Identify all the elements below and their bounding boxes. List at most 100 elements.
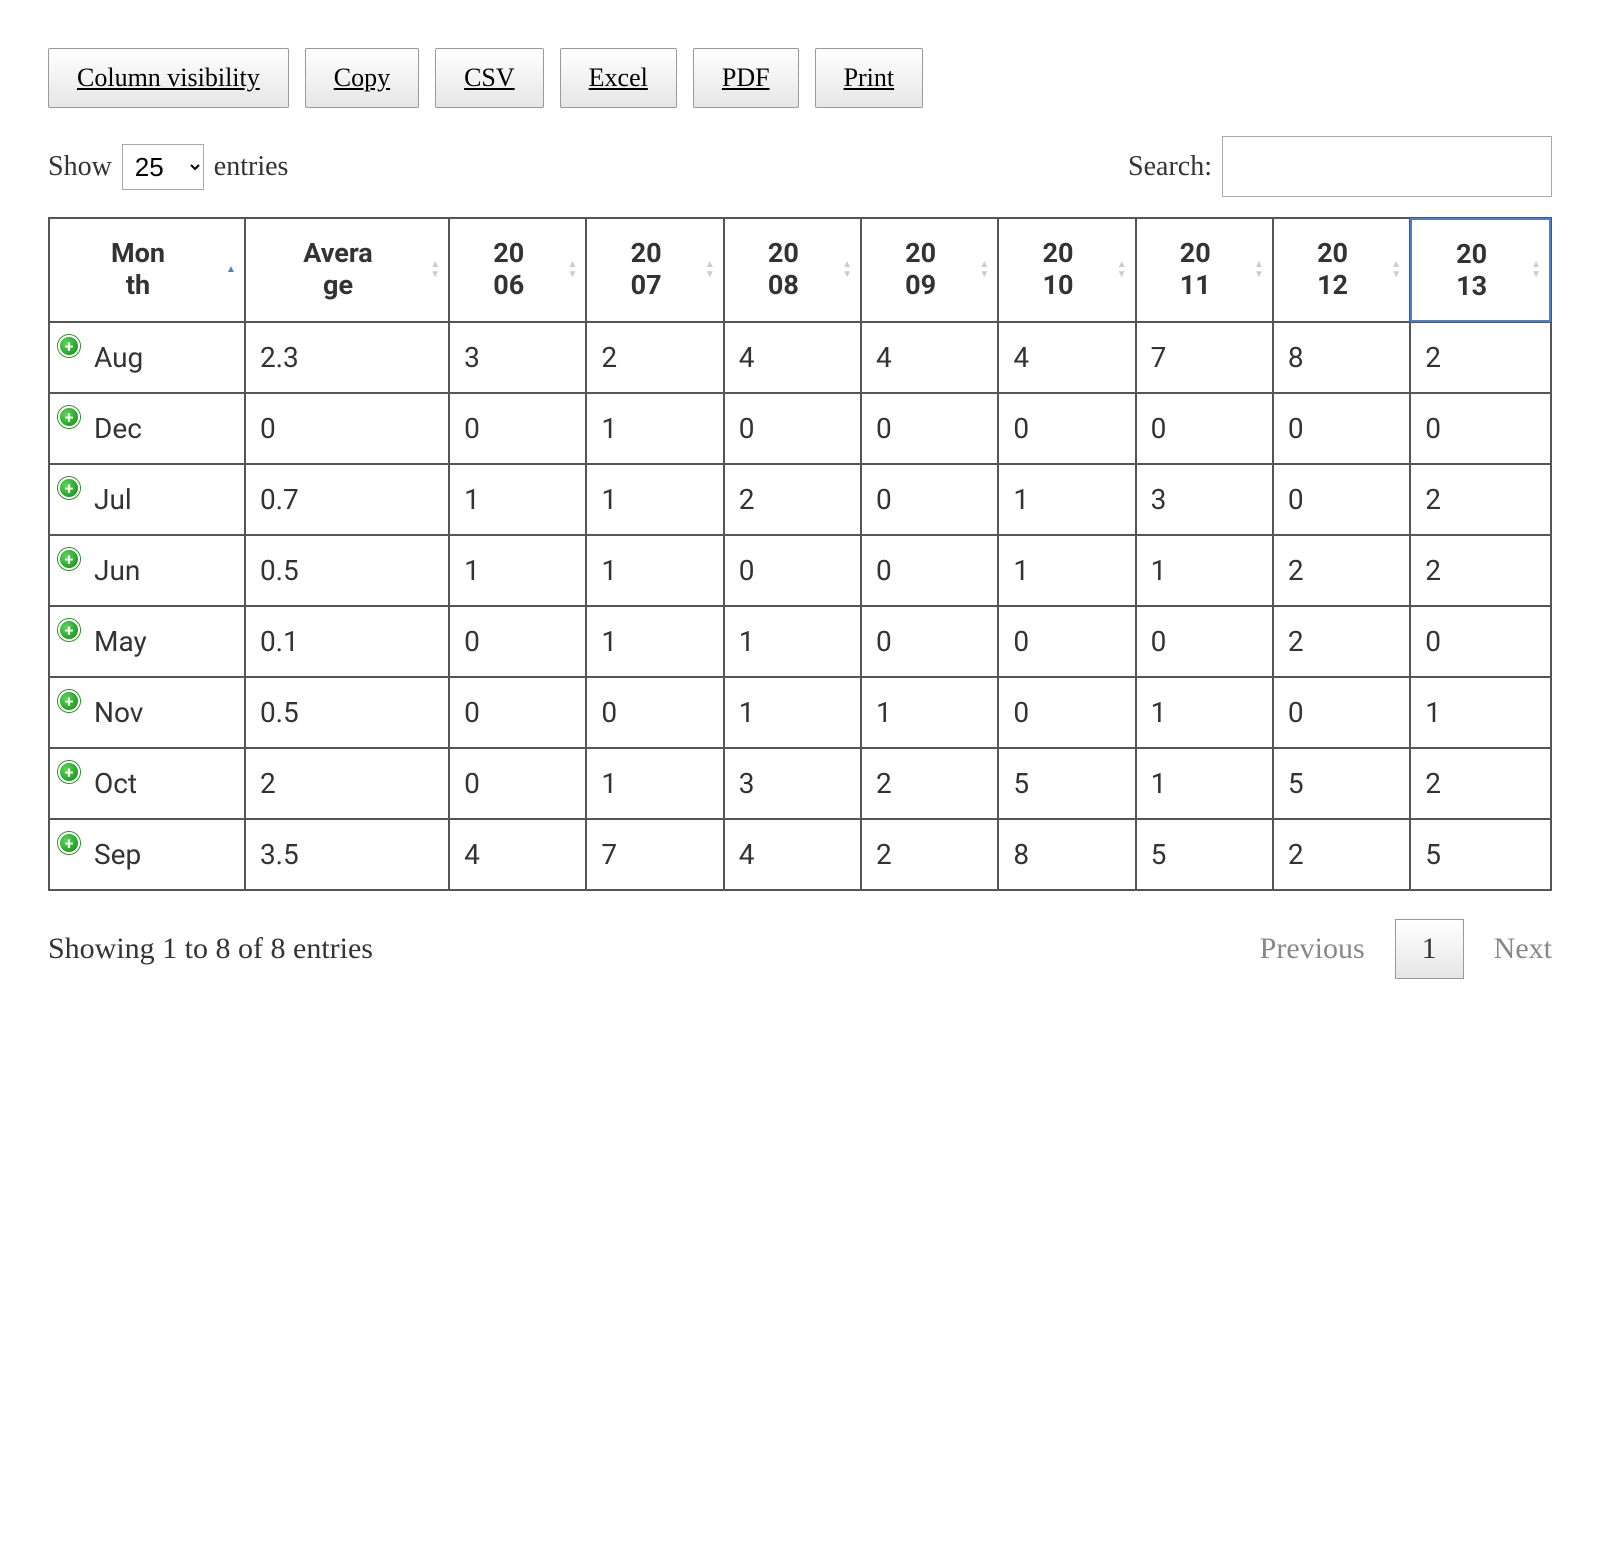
expand-icon[interactable]: + xyxy=(58,335,80,357)
sort-icon: ▲▼ xyxy=(568,261,578,279)
cell-value: 2 xyxy=(1288,554,1304,587)
month-cell: + Jun xyxy=(49,535,245,606)
column-header-2011[interactable]: 20 11 ▲▼ xyxy=(1136,218,1273,322)
data-cell: 0 xyxy=(998,393,1135,464)
data-cell: 5 xyxy=(1410,819,1551,890)
cell-value: 2 xyxy=(1425,767,1441,800)
data-cell: 0 xyxy=(449,677,586,748)
data-cell: 0 xyxy=(998,677,1135,748)
expand-icon[interactable]: + xyxy=(58,477,80,499)
cell-value: 0 xyxy=(1151,625,1167,658)
data-cell: 0 xyxy=(1410,393,1551,464)
cell-value: 2.3 xyxy=(260,341,299,374)
data-cell: 0.1 xyxy=(245,606,449,677)
cell-value: May xyxy=(94,625,147,658)
column-header-label: 20 11 xyxy=(1180,237,1211,301)
data-cell: 2 xyxy=(1410,535,1551,606)
previous-button[interactable]: Previous xyxy=(1260,932,1365,966)
cell-value: Jul xyxy=(94,483,132,516)
table-row: +Dec001000000 xyxy=(49,393,1551,464)
data-cell: 4 xyxy=(998,322,1135,393)
expand-icon[interactable]: + xyxy=(58,761,80,783)
data-cell: 0 xyxy=(1410,606,1551,677)
data-cell: 0 xyxy=(724,535,861,606)
expand-icon[interactable]: + xyxy=(58,406,80,428)
data-cell: 3.5 xyxy=(245,819,449,890)
data-cell: 1 xyxy=(1136,535,1273,606)
expand-icon[interactable]: + xyxy=(58,690,80,712)
cell-value: 8 xyxy=(1288,341,1304,374)
cell-value: 5 xyxy=(1425,838,1441,871)
cell-value: 0 xyxy=(1288,412,1304,445)
data-cell: 7 xyxy=(1136,322,1273,393)
csv-button[interactable]: CSV xyxy=(435,48,544,108)
table-row: +Oct201325152 xyxy=(49,748,1551,819)
search-input[interactable] xyxy=(1222,136,1552,197)
column-header-2009[interactable]: 20 09▲▼ xyxy=(861,218,998,322)
column-header-label: 20 08 xyxy=(768,237,799,301)
data-cell: 0 xyxy=(861,464,998,535)
data-cell: 1 xyxy=(1410,677,1551,748)
table-header-row: Mon th▲▼Avera ge▲▼20 06▲▼20 07▲▼20 08▲▼2… xyxy=(49,218,1551,322)
cell-value: 0 xyxy=(601,696,617,729)
data-cell: 2 xyxy=(1410,322,1551,393)
data-cell: 5 xyxy=(1273,748,1410,819)
cell-value: 0 xyxy=(1425,625,1441,658)
column-header-2012[interactable]: 20 12▲▼ xyxy=(1273,218,1410,322)
page-length-select[interactable]: 102550100 xyxy=(122,144,204,190)
table-row: +Jun0.511001122 xyxy=(49,535,1551,606)
cell-value: Jun xyxy=(94,554,140,587)
cell-value: 0.7 xyxy=(260,483,299,516)
data-cell: 1 xyxy=(998,464,1135,535)
cell-value: 0.5 xyxy=(260,696,299,729)
column-visibility-button[interactable]: Column visibility xyxy=(48,48,289,108)
column-header-2008[interactable]: 20 08▲▼ xyxy=(724,218,861,322)
next-button[interactable]: Next xyxy=(1494,932,1552,966)
data-cell: 0.7 xyxy=(245,464,449,535)
data-cell: 2 xyxy=(861,748,998,819)
table-controls: Show 102550100 entries Search: xyxy=(48,136,1552,197)
data-cell: 2 xyxy=(245,748,449,819)
show-label: Show xyxy=(48,151,112,183)
data-cell: 1 xyxy=(998,535,1135,606)
column-header-label: 20 12 xyxy=(1317,237,1348,301)
cell-value: 0 xyxy=(1288,696,1304,729)
search-label: Search: xyxy=(1128,151,1212,183)
sort-icon: ▲▼ xyxy=(226,266,236,274)
cell-value: 0 xyxy=(739,412,755,445)
expand-icon[interactable]: + xyxy=(58,619,80,641)
column-header-2010[interactable]: 20 10▲▼ xyxy=(998,218,1135,322)
column-header-2013[interactable]: 20 13▲▼ xyxy=(1410,218,1551,322)
column-header-average[interactable]: Avera ge▲▼ xyxy=(245,218,449,322)
sort-icon: ▲▼ xyxy=(1254,261,1264,279)
data-cell: 1 xyxy=(586,393,723,464)
excel-button[interactable]: Excel xyxy=(560,48,677,108)
sort-icon: ▲▼ xyxy=(430,261,440,279)
data-cell: 0 xyxy=(1273,677,1410,748)
expand-icon[interactable]: + xyxy=(58,548,80,570)
cell-value: 0 xyxy=(876,412,892,445)
cell-value: 2 xyxy=(1425,341,1441,374)
cell-value: 5 xyxy=(1013,767,1029,800)
pdf-button[interactable]: PDF xyxy=(693,48,799,108)
data-cell: 1 xyxy=(449,535,586,606)
column-header-month[interactable]: Mon th▲▼ xyxy=(49,218,245,322)
page-number-1[interactable]: 1 xyxy=(1395,919,1464,979)
cell-value: 0 xyxy=(260,412,276,445)
data-cell: 0 xyxy=(245,393,449,464)
cell-value: 1 xyxy=(601,625,617,658)
expand-icon[interactable]: + xyxy=(58,832,80,854)
print-button[interactable]: Print xyxy=(815,48,924,108)
cell-value: 5 xyxy=(1288,767,1304,800)
data-cell: 1 xyxy=(1136,748,1273,819)
table-row: +Jul0.711201302 xyxy=(49,464,1551,535)
cell-value: 0 xyxy=(464,412,480,445)
month-cell: +Sep xyxy=(49,819,245,890)
column-header-2007[interactable]: 20 07▲▼ xyxy=(586,218,723,322)
data-cell: 1 xyxy=(861,677,998,748)
copy-button[interactable]: Copy xyxy=(305,48,419,108)
cell-value: 4 xyxy=(739,341,755,374)
cell-value: Dec xyxy=(94,412,142,445)
column-header-2006[interactable]: 20 06▲▼ xyxy=(449,218,586,322)
data-cell: 0 xyxy=(861,606,998,677)
